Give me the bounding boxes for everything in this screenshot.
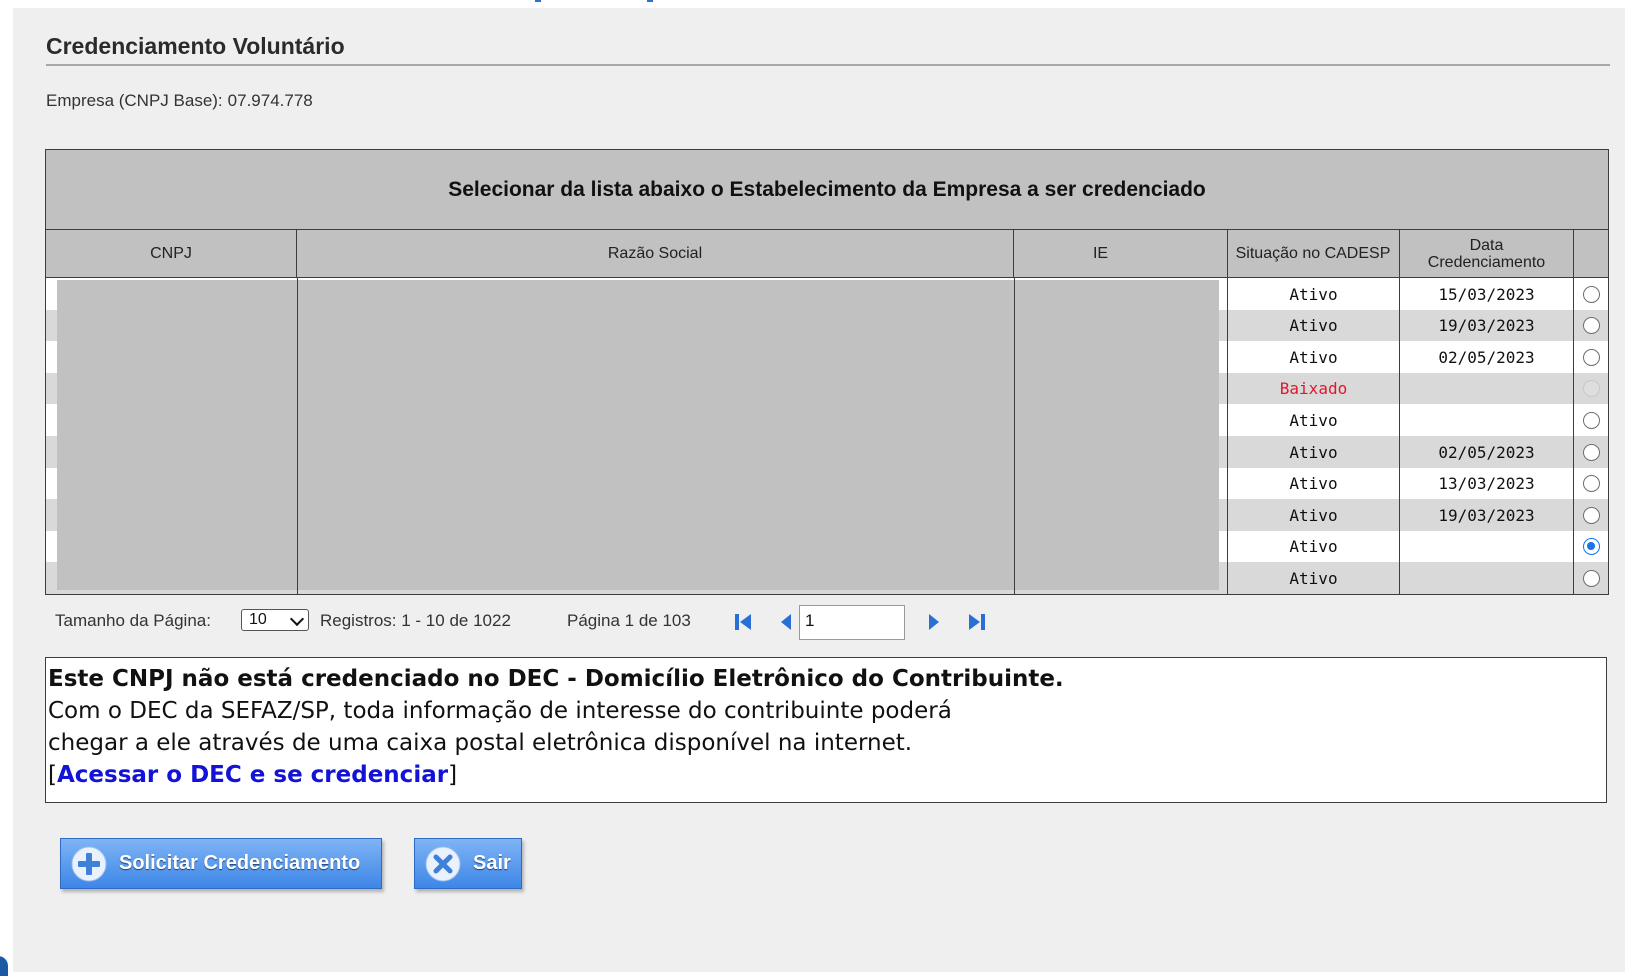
row-select-radio[interactable] — [1582, 285, 1600, 303]
select-cell — [1574, 562, 1608, 594]
situacao-cell: Ativo — [1227, 530, 1400, 563]
title-divider — [46, 64, 1610, 66]
pager-bar: Tamanho da Página: 10 Registros: 1 - 10 … — [55, 604, 1055, 640]
cnpj-base-info: Empresa (CNPJ Base): 07.974.778 — [46, 91, 313, 111]
chevron-down-icon — [289, 611, 305, 627]
situacao-cell: Ativo — [1227, 562, 1400, 595]
plus-circle-icon — [71, 846, 107, 881]
row-select-radio[interactable] — [1582, 569, 1600, 587]
situacao-cell: Ativo — [1227, 278, 1400, 310]
situacao-cell: Ativo — [1227, 309, 1400, 342]
data-credenciamento-cell — [1400, 562, 1574, 595]
data-credenciamento-cell — [1400, 404, 1574, 437]
establishments-grid: Selecionar da lista abaixo o Estabelecim… — [45, 149, 1609, 595]
dec-notice-box: Este CNPJ não está credenciado no DEC - … — [45, 657, 1607, 803]
sair-button[interactable]: Sair — [414, 838, 522, 889]
page-size-value: 10 — [249, 611, 267, 628]
grid-body: Ativo 15/03/2023 Ativo 19/03/2023 Ativo 02/05… — [46, 278, 1608, 595]
situacao-cell: Ativo — [1227, 436, 1400, 468]
cnpj-base-label: Empresa (CNPJ Base): — [46, 91, 223, 110]
situacao-cell: Ativo — [1227, 467, 1400, 500]
situacao-cell: Ativo — [1227, 404, 1400, 437]
bracket-open: [ — [48, 762, 57, 788]
page-content: Credenciamento Voluntário Empresa (CNPJ … — [13, 8, 1625, 972]
row-select-radio[interactable] — [1582, 317, 1600, 335]
data-credenciamento-cell: 15/03/2023 — [1400, 278, 1574, 310]
sair-label: Sair — [473, 852, 511, 874]
column-header-data-credenciamento: Data Credenciamento — [1400, 230, 1574, 277]
cnpj-base-value: 07.974.778 — [227, 91, 313, 110]
decorative-corner — [0, 956, 8, 976]
select-cell — [1574, 468, 1608, 500]
data-credenciamento-cell: 02/05/2023 — [1400, 341, 1574, 374]
current-page-input[interactable]: 1 — [799, 605, 905, 640]
select-cell — [1574, 278, 1608, 310]
records-count: Registros: 1 - 10 de 1022 — [320, 611, 511, 630]
previous-page-icon[interactable] — [780, 614, 792, 630]
next-page-icon[interactable] — [928, 614, 940, 630]
dec-line-2: chegar a ele através de uma caixa postal… — [48, 730, 913, 756]
row-select-radio — [1582, 380, 1600, 398]
grid-header-row: CNPJ Razão Social IE Situação no CADESP … — [46, 230, 1608, 278]
column-header-situacao: Situação no CADESP — [1227, 230, 1400, 277]
row-select-radio[interactable] — [1582, 538, 1600, 556]
data-credenciamento-cell: 19/03/2023 — [1400, 309, 1574, 342]
select-cell — [1574, 499, 1608, 531]
redacted-area — [57, 280, 1219, 590]
column-spacer — [1187, 230, 1228, 277]
dec-access-link[interactable]: Acessar o DEC e se credenciar — [57, 762, 448, 788]
situacao-cell: Baixado — [1227, 372, 1400, 405]
situacao-cell: Ativo — [1227, 341, 1400, 374]
row-select-radio[interactable] — [1582, 411, 1600, 429]
column-header-ie: IE — [1092, 245, 1109, 262]
data-credenciamento-cell: 19/03/2023 — [1400, 499, 1574, 532]
row-select-radio[interactable] — [1582, 506, 1600, 524]
page-info: Página 1 de 103 — [567, 611, 691, 630]
column-header-select — [1574, 230, 1608, 277]
select-cell — [1574, 404, 1608, 436]
page-size-label: Tamanho da Página: — [55, 611, 211, 630]
solicitar-credenciamento-label: Solicitar Credenciamento — [119, 852, 361, 874]
select-cell — [1574, 310, 1608, 342]
select-cell — [1574, 531, 1608, 563]
column-header-data-line1: Data — [1469, 236, 1504, 254]
page-size-select[interactable]: 10 — [241, 609, 309, 631]
data-credenciamento-cell: 02/05/2023 — [1400, 436, 1574, 468]
cropped-heading-fragment — [535, 0, 685, 2]
dec-line-1: Com o DEC da SEFAZ/SP, toda informação d… — [48, 698, 952, 724]
first-page-icon[interactable] — [734, 614, 752, 630]
situacao-cell: Ativo — [1227, 499, 1400, 532]
last-page-icon[interactable] — [968, 614, 986, 630]
top-cropped-header — [0, 0, 1625, 8]
row-select-radio[interactable] — [1582, 348, 1600, 366]
column-divider — [1014, 278, 1015, 594]
close-circle-icon — [425, 846, 461, 881]
dec-link-line: [Acessar o DEC e se credenciar] — [48, 759, 1606, 791]
data-credenciamento-cell — [1400, 530, 1574, 563]
select-cell — [1574, 436, 1608, 468]
column-header-cnpj: CNPJ — [46, 230, 297, 277]
bracket-close: ] — [448, 762, 458, 788]
data-credenciamento-cell — [1400, 372, 1574, 405]
column-header-razao-social: Razão Social — [297, 230, 1014, 277]
page-title: Credenciamento Voluntário — [46, 33, 345, 59]
grid-caption: Selecionar da lista abaixo o Estabelecim… — [46, 150, 1608, 230]
select-cell — [1574, 373, 1608, 405]
row-select-radio[interactable] — [1582, 443, 1600, 461]
solicitar-credenciamento-button[interactable]: Solicitar Credenciamento — [60, 838, 382, 889]
column-divider — [297, 278, 298, 594]
row-select-radio[interactable] — [1582, 475, 1600, 493]
dec-headline: Este CNPJ não está credenciado no DEC - … — [48, 666, 1064, 692]
data-credenciamento-cell: 13/03/2023 — [1400, 467, 1574, 500]
column-header-data-line2: Credenciamento — [1427, 253, 1546, 271]
select-cell — [1574, 341, 1608, 373]
